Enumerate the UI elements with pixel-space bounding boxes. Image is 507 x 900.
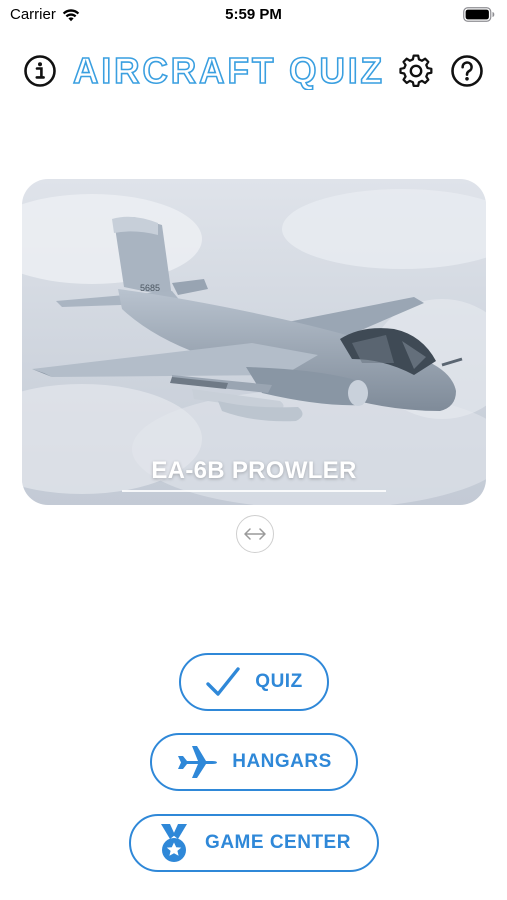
aircraft-name-underline — [122, 490, 386, 492]
airplane-icon — [178, 746, 218, 778]
aircraft-photo-card[interactable]: 5685 EA-6B PROWLER — [22, 179, 486, 505]
app-header: AIRCRAFT QUIZ — [0, 44, 507, 96]
gear-icon[interactable] — [399, 54, 433, 88]
clock: 5:59 PM — [225, 6, 282, 23]
aircraft-name-label: EA-6B PROWLER — [151, 457, 357, 484]
quiz-button[interactable]: QUIZ — [179, 653, 329, 711]
help-icon[interactable] — [450, 54, 484, 88]
medal-icon — [161, 824, 188, 862]
checkmark-icon — [206, 667, 240, 696]
swap-button[interactable] — [236, 515, 274, 553]
quiz-button-label: QUIZ — [255, 671, 303, 692]
game-center-button[interactable]: GAME CENTER — [129, 814, 379, 872]
app-title: AIRCRAFT QUIZ — [70, 50, 388, 90]
status-bar: Carrier 5:59 PM — [0, 0, 507, 32]
game-center-button-label: GAME CENTER — [205, 832, 351, 853]
battery-icon — [463, 7, 495, 22]
double-arrow-icon — [244, 528, 266, 540]
hangars-button[interactable]: HANGARS — [150, 733, 358, 791]
svg-text:5685: 5685 — [140, 283, 160, 293]
hangars-button-label: HANGARS — [232, 751, 332, 772]
info-icon[interactable] — [23, 54, 57, 88]
app-title-text: AIRCRAFT QUIZ — [73, 50, 385, 90]
